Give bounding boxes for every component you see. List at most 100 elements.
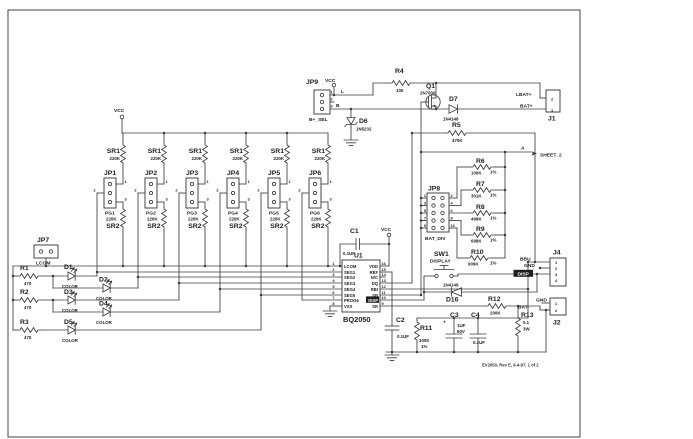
pin-circle [107,181,113,187]
jp1-ref: JP1 [104,170,116,177]
jp8-batdiv: BAT_DIV [425,236,446,242]
pin-3: 3 [166,197,169,202]
r6-value: 100K [471,171,482,176]
pin-2: 2 [134,188,137,193]
vcc-rail: VCC [114,108,125,120]
sr2-ref: SR2 [188,223,201,230]
d6-ref: D6 [359,118,368,125]
pin-3: 3 [289,197,292,202]
jp8-p8: 8 [451,216,454,221]
r8-value: 499K [471,217,482,222]
sr1-value: 220K [151,156,162,161]
d5-value: COLOR [62,338,79,343]
led-d5: D5 COLOR [62,319,79,343]
pin-dq: DQ [372,281,379,286]
pullup-column-5: SR1 220K JP5 1 2 3 PG5 220K SR2 [257,132,292,296]
c3-value: 1UF [457,323,466,328]
d6-value: 1N5232 [356,127,372,132]
j2-ref: J2 [553,320,561,327]
led-d3: D3 COLOR [62,289,79,313]
r10-tol: 1% [490,261,496,266]
wires [12,82,551,356]
pg5-value: 220K [270,217,281,222]
r10-value: 909K [468,262,479,267]
r1-value: 470 [24,281,32,286]
j4-pin3: 3 [555,272,558,277]
pin-disp: DISP [368,298,378,303]
pin-1: 1 [248,179,251,184]
sr1-ref: SR1 [312,148,325,155]
jp7-ref: JP7 [37,237,49,244]
pnum-12: 12 [382,284,387,289]
r10-ref: R10 [471,249,484,256]
net-batminus: BAT- [518,305,529,311]
pin-3: 3 [330,197,333,202]
j1-ref: J1 [548,116,556,123]
led-d1: D1 COLOR [62,264,79,289]
r7-tol: 1% [490,193,496,198]
sr2-ref: SR2 [229,223,242,230]
title-block-note: EV2050, Rev E, 6-4-97, 1 of 2 [482,363,539,368]
d2-ref: D2 [99,277,108,284]
connector-j1: 2 1 J1 LBAT+ BAT+ [516,89,561,123]
jp9-ref: JP9 [306,79,318,86]
schematic-canvas: SR1 220K JP1 1 2 3 PG1 220K SR2 SR1 220K… [7,9,581,438]
jp8-p9: 9 [424,223,427,228]
resistor-r1: R1 470 [17,265,43,286]
r9-tol: 1% [490,238,496,243]
r12-value: 200K [490,311,501,316]
jp8-ref: JP8 [428,186,440,193]
jp3-ref: JP3 [186,170,198,177]
sr1-ref: SR1 [189,148,202,155]
r2-ref: R2 [20,289,29,296]
sr1-ref: SR1 [107,148,120,155]
r7-ref: R7 [476,181,485,188]
r6-ref: R6 [476,158,485,165]
pnum-7: 7 [332,295,334,300]
jp9-pin1: 1 [331,90,334,95]
switch-sw1: SW1 DISPLAY [430,251,455,279]
resistor-r7: R7 301K 1% [470,181,496,199]
pin-1: 1 [125,179,128,184]
r13-ref: R13 [521,312,534,319]
jp8-header: JP8 BAT_DIV 1 3 5 7 9 2 4 6 8 10 [424,186,455,243]
net-l: L [341,89,344,95]
j4-pin2: 2 [555,266,558,271]
r12-ref: R12 [488,296,501,303]
vcc-label: VCC [114,108,125,114]
jp6-ref: JP6 [309,170,321,177]
r3-ref: R3 [20,319,29,326]
q1-value: 2N7000 [420,91,436,96]
net-gnd-j2: GND [536,298,547,304]
sw1-ref: SW1 [434,251,449,258]
capacitor-c2: C2 0.1UF [384,317,409,362]
d4-value: COLOR [96,320,113,325]
resistor-r3: R3 470 [17,319,43,340]
vcc-label: VCC [381,227,392,233]
jp7-lcom: LCOM [36,261,50,267]
r11-value: 100K [419,338,430,343]
pnum-9: 9 [382,301,385,306]
pg1-value: 220K [106,217,117,222]
d7-value: 1N4148 [443,117,459,122]
r5-ref: R5 [452,122,461,129]
pnum-4: 4 [332,278,335,283]
pin-vss: VSS [344,304,353,309]
jp5-ref: JP5 [268,170,280,177]
pnum-5: 5 [332,284,335,289]
sr1-ref: SR1 [230,148,243,155]
pg4-value: 220K [229,217,240,222]
c3-volt: 50V [457,329,465,334]
pin-vdd: VDD [369,264,378,269]
zener-d6: D6 1N5232 [343,117,372,147]
led-d4: D4 COLOR [96,301,113,326]
j4-ref: J4 [553,250,561,257]
resistor-r9: R9 698K 1% [470,226,496,244]
sr1-value: 220K [192,156,203,161]
pin-2: 2 [175,188,178,193]
jp8-p3: 3 [424,201,427,206]
pin-seg4: SEG4 [344,287,356,292]
resistor-r4: R4 100 [389,68,415,93]
pullup-column-3: SR1 220K JP3 1 2 3 PG3 220K SR2 [175,132,210,284]
r8-ref: R8 [476,204,485,211]
